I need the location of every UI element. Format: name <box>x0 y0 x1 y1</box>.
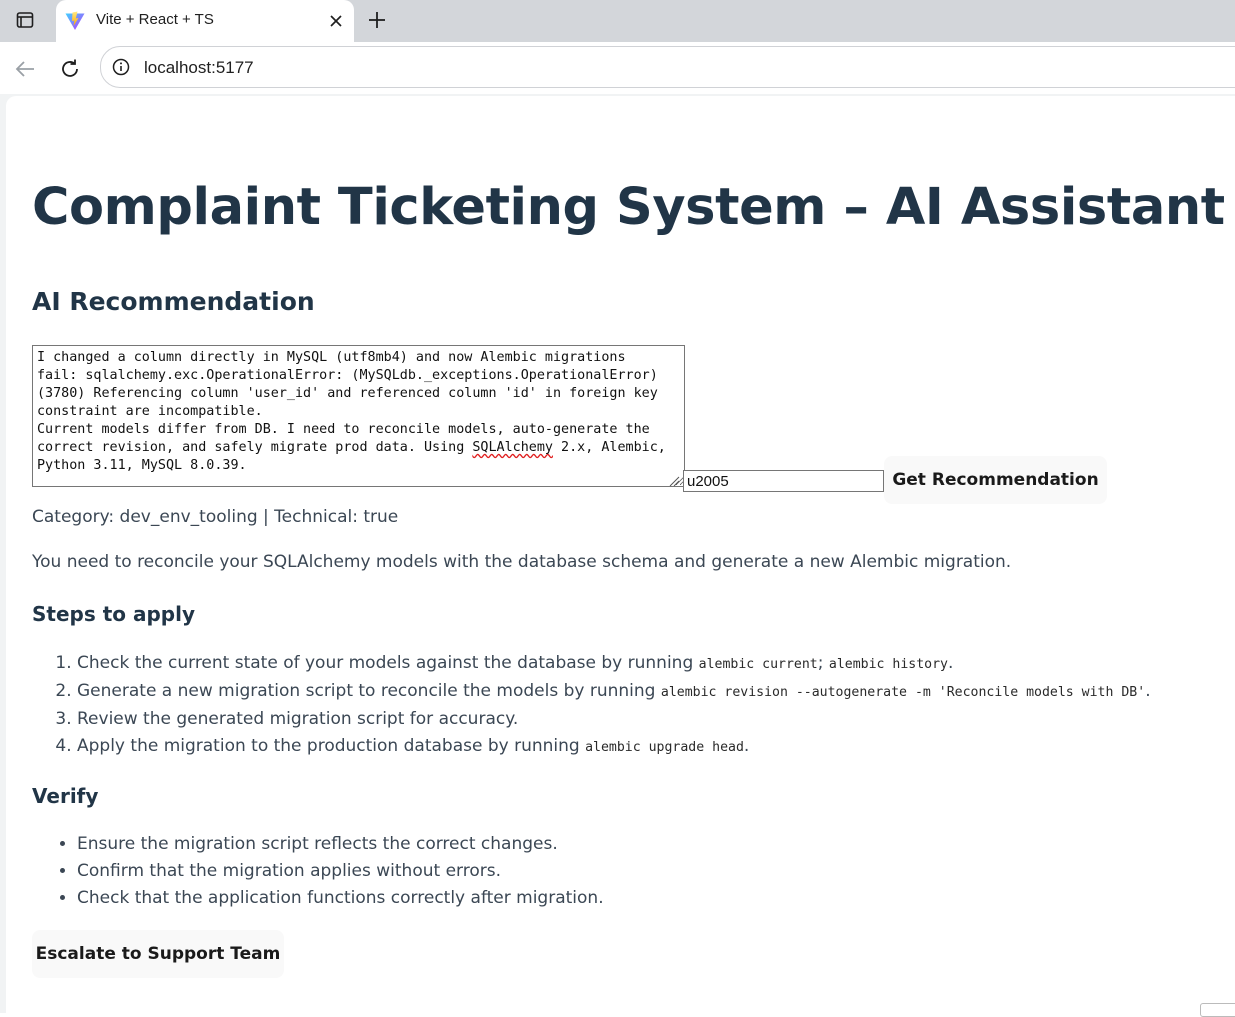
step-end: . <box>743 736 750 756</box>
question-textarea[interactable]: I changed a column directly in MySQL (ut… <box>32 345 685 487</box>
steps-list: Check the current state of your models a… <box>32 650 1151 761</box>
step-item: Review the generated migration script fo… <box>77 706 1151 733</box>
escalate-button[interactable]: Escalate to Support Team <box>32 930 284 978</box>
get-recommendation-button[interactable]: Get Recommendation <box>884 456 1107 504</box>
misspelled-word: SQLAlchemy <box>472 440 553 455</box>
question-text: 2.x, Alembic, <box>552 440 666 455</box>
tab-strip-icon[interactable] <box>8 6 42 34</box>
question-line: (3780) Referencing column 'user_id' and … <box>37 386 658 401</box>
address-bar[interactable]: localhost:5177 <box>100 46 1235 88</box>
page-title: Complaint Ticketing System – AI Assistan… <box>32 178 1225 237</box>
recommendation-summary: You need to reconcile your SQLAlchemy mo… <box>32 552 1012 572</box>
resize-grip-icon[interactable] <box>668 472 680 487</box>
question-line: constraint are incompatible. <box>37 404 263 419</box>
browser-tab[interactable]: Vite + React + TS <box>56 0 354 42</box>
close-icon[interactable] <box>324 9 348 33</box>
reload-icon[interactable] <box>54 53 86 85</box>
step-text: Apply the migration to the production da… <box>77 736 586 756</box>
question-line: fail: sqlalchemy.exc.OperationalError: (… <box>37 368 658 383</box>
question-line: Python 3.11, MySQL 8.0.39. <box>37 458 247 473</box>
site-info-icon[interactable] <box>112 58 130 76</box>
step-item: Generate a new migration script to recon… <box>77 678 1151 706</box>
step-item: Check the current state of your models a… <box>77 650 1151 678</box>
step-end: . <box>1145 681 1151 701</box>
category-meta: Category: dev_env_tooling | Technical: t… <box>32 507 399 527</box>
url-text: localhost:5177 <box>144 58 254 77</box>
steps-heading: Steps to apply <box>32 602 195 626</box>
step-text: Generate a new migration script to recon… <box>77 681 661 701</box>
back-arrow-icon[interactable] <box>9 53 41 85</box>
step-end: . <box>947 653 954 673</box>
question-text: correct revision, and safely migrate pro… <box>37 440 473 455</box>
verify-item: Check that the application functions cor… <box>77 885 604 912</box>
verify-item: Ensure the migration script reflects the… <box>77 831 604 858</box>
page-corner-widget <box>1200 1003 1235 1017</box>
plus-icon[interactable] <box>363 6 391 34</box>
user-id-input[interactable] <box>683 470 884 492</box>
verify-list: Ensure the migration script reflects the… <box>32 831 604 912</box>
step-item: Apply the migration to the production da… <box>77 733 1151 761</box>
step-code: alembic upgrade head <box>585 740 744 755</box>
vite-favicon-icon <box>64 10 86 32</box>
verify-heading: Verify <box>32 784 99 808</box>
step-code: alembic history <box>828 657 948 672</box>
browser-toolbar: localhost:5177 <box>0 42 1235 94</box>
step-code: alembic revision --autogenerate -m 'Reco… <box>660 685 1146 700</box>
step-text: Review the generated migration script fo… <box>77 709 519 729</box>
step-code: alembic current <box>698 657 818 672</box>
tab-title: Vite + React + TS <box>96 11 214 28</box>
browser-tab-bar: Vite + React + TS <box>0 0 1235 42</box>
step-text: Check the current state of your models a… <box>77 653 699 673</box>
verify-item: Confirm that the migration applies witho… <box>77 858 604 885</box>
question-line: Current models differ from DB. I need to… <box>37 422 650 437</box>
question-line: I changed a column directly in MySQL (ut… <box>37 350 626 365</box>
step-separator: ; <box>817 653 829 673</box>
question-line: correct revision, and safely migrate pro… <box>37 439 680 457</box>
section-title: AI Recommendation <box>32 287 315 316</box>
